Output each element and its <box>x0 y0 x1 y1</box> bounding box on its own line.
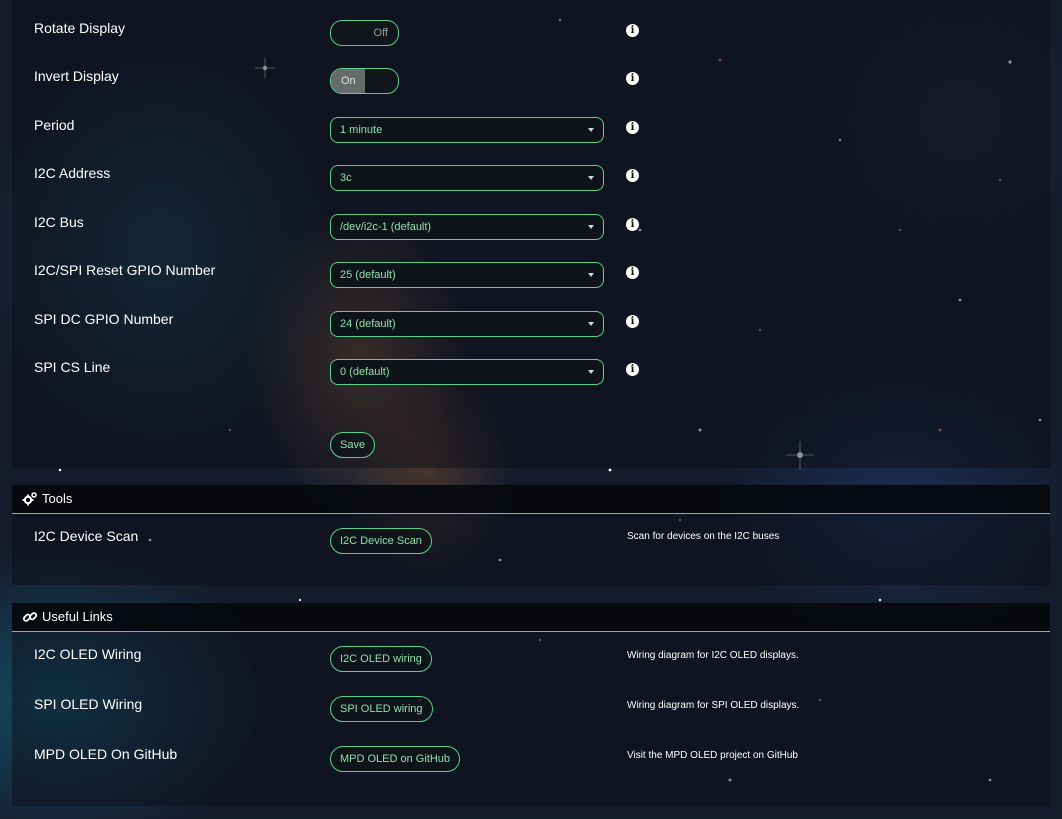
setting-label: I2C/SPI Reset GPIO Number <box>34 262 216 278</box>
caret-down-icon <box>588 225 594 229</box>
select-value: 3c <box>340 172 352 184</box>
select-value: 0 (default) <box>340 366 390 378</box>
caret-down-icon <box>588 176 594 180</box>
config-panel: Rotate Display Off i Invert Display On i… <box>12 0 1050 468</box>
i2c-device-scan-button[interactable]: I2C Device Scan <box>330 528 432 554</box>
info-icon[interactable]: i <box>626 266 639 279</box>
setting-label: Invert Display <box>34 68 119 84</box>
select-value: 25 (default) <box>340 269 396 281</box>
setting-row-reset-gpio: I2C/SPI Reset GPIO Number 25 (default) i <box>12 262 1050 302</box>
link-label: MPD OLED On GitHub <box>34 746 178 762</box>
link-row-i2c-oled-wiring: I2C OLED Wiring I2C OLED wiring Wiring d… <box>12 646 1050 686</box>
rotate-display-toggle[interactable]: Off <box>330 20 399 46</box>
link-label: I2C OLED Wiring <box>34 646 142 662</box>
setting-label: SPI DC GPIO Number <box>34 311 174 327</box>
i2c-bus-select[interactable]: /dev/i2c-1 (default) <box>330 214 604 240</box>
link-description: Wiring diagram for I2C OLED displays. <box>627 650 799 661</box>
tool-label: I2C Device Scan <box>34 528 139 544</box>
caret-down-icon <box>588 370 594 374</box>
spi-dc-gpio-select[interactable]: 24 (default) <box>330 311 604 337</box>
select-value: 1 minute <box>340 124 383 136</box>
mpd-oled-github-button[interactable]: MPD OLED on GitHub <box>330 746 461 772</box>
invert-display-toggle[interactable]: On <box>330 68 399 94</box>
setting-label: Rotate Display <box>34 20 126 36</box>
setting-label: Period <box>34 117 75 133</box>
info-icon[interactable]: i <box>626 169 639 182</box>
info-icon[interactable]: i <box>626 315 639 328</box>
setting-label: I2C Bus <box>34 214 84 230</box>
link-row-spi-oled-wiring: SPI OLED Wiring SPI OLED wiring Wiring d… <box>12 696 1050 736</box>
period-select[interactable]: 1 minute <box>330 117 604 143</box>
gears-icon <box>22 492 37 506</box>
select-value: /dev/i2c-1 (default) <box>340 221 432 233</box>
setting-row-spi-dc-gpio: SPI DC GPIO Number 24 (default) i <box>12 311 1050 351</box>
tools-section-header: Tools <box>12 485 1050 514</box>
caret-down-icon <box>588 128 594 132</box>
setting-row-spi-cs-line: SPI CS Line 0 (default) i <box>12 359 1050 399</box>
save-button[interactable]: Save <box>330 432 376 458</box>
i2c-oled-wiring-button[interactable]: I2C OLED wiring <box>330 646 432 672</box>
i2c-address-select[interactable]: 3c <box>330 165 604 191</box>
setting-row-period: Period 1 minute i <box>12 117 1050 157</box>
link-row-mpd-oled-github: MPD OLED On GitHub MPD OLED on GitHub Vi… <box>12 746 1050 786</box>
toggle-state-text: Off <box>373 27 388 39</box>
select-value: 24 (default) <box>340 318 396 330</box>
reset-gpio-select[interactable]: 25 (default) <box>330 262 604 288</box>
info-icon[interactable]: i <box>626 72 639 85</box>
setting-row-rotate-display: Rotate Display Off i <box>12 20 1050 60</box>
caret-down-icon <box>588 273 594 277</box>
setting-label: SPI CS Line <box>34 359 111 375</box>
info-icon[interactable]: i <box>626 24 639 37</box>
setting-row-i2c-address: I2C Address 3c i <box>12 165 1050 205</box>
setting-row-i2c-bus: I2C Bus /dev/i2c-1 (default) i <box>12 214 1050 254</box>
spi-cs-line-select[interactable]: 0 (default) <box>330 359 604 385</box>
spi-oled-wiring-button[interactable]: SPI OLED wiring <box>330 696 433 722</box>
setting-label: I2C Address <box>34 165 111 181</box>
info-icon[interactable]: i <box>626 218 639 231</box>
section-title: Tools <box>42 491 73 506</box>
section-title: Useful Links <box>42 609 113 624</box>
link-description: Wiring diagram for SPI OLED displays. <box>627 700 800 711</box>
links-section-header: Useful Links <box>12 603 1050 632</box>
tool-description: Scan for devices on the I2C buses <box>627 531 780 542</box>
caret-down-icon <box>588 322 594 326</box>
tool-row-i2c-device-scan: I2C Device Scan I2C Device Scan Scan for… <box>12 528 1050 568</box>
useful-links-panel: Useful Links I2C OLED Wiring I2C OLED wi… <box>12 603 1050 806</box>
setting-row-invert-display: Invert Display On i <box>12 68 1050 108</box>
link-label: SPI OLED Wiring <box>34 696 143 712</box>
link-icon <box>22 612 38 622</box>
info-icon[interactable]: i <box>626 121 639 134</box>
link-description: Visit the MPD OLED project on GitHub <box>627 750 798 761</box>
tools-panel: Tools I2C Device Scan I2C Device Scan Sc… <box>12 485 1050 585</box>
toggle-state-text: On <box>341 75 356 87</box>
info-icon[interactable]: i <box>626 363 639 376</box>
